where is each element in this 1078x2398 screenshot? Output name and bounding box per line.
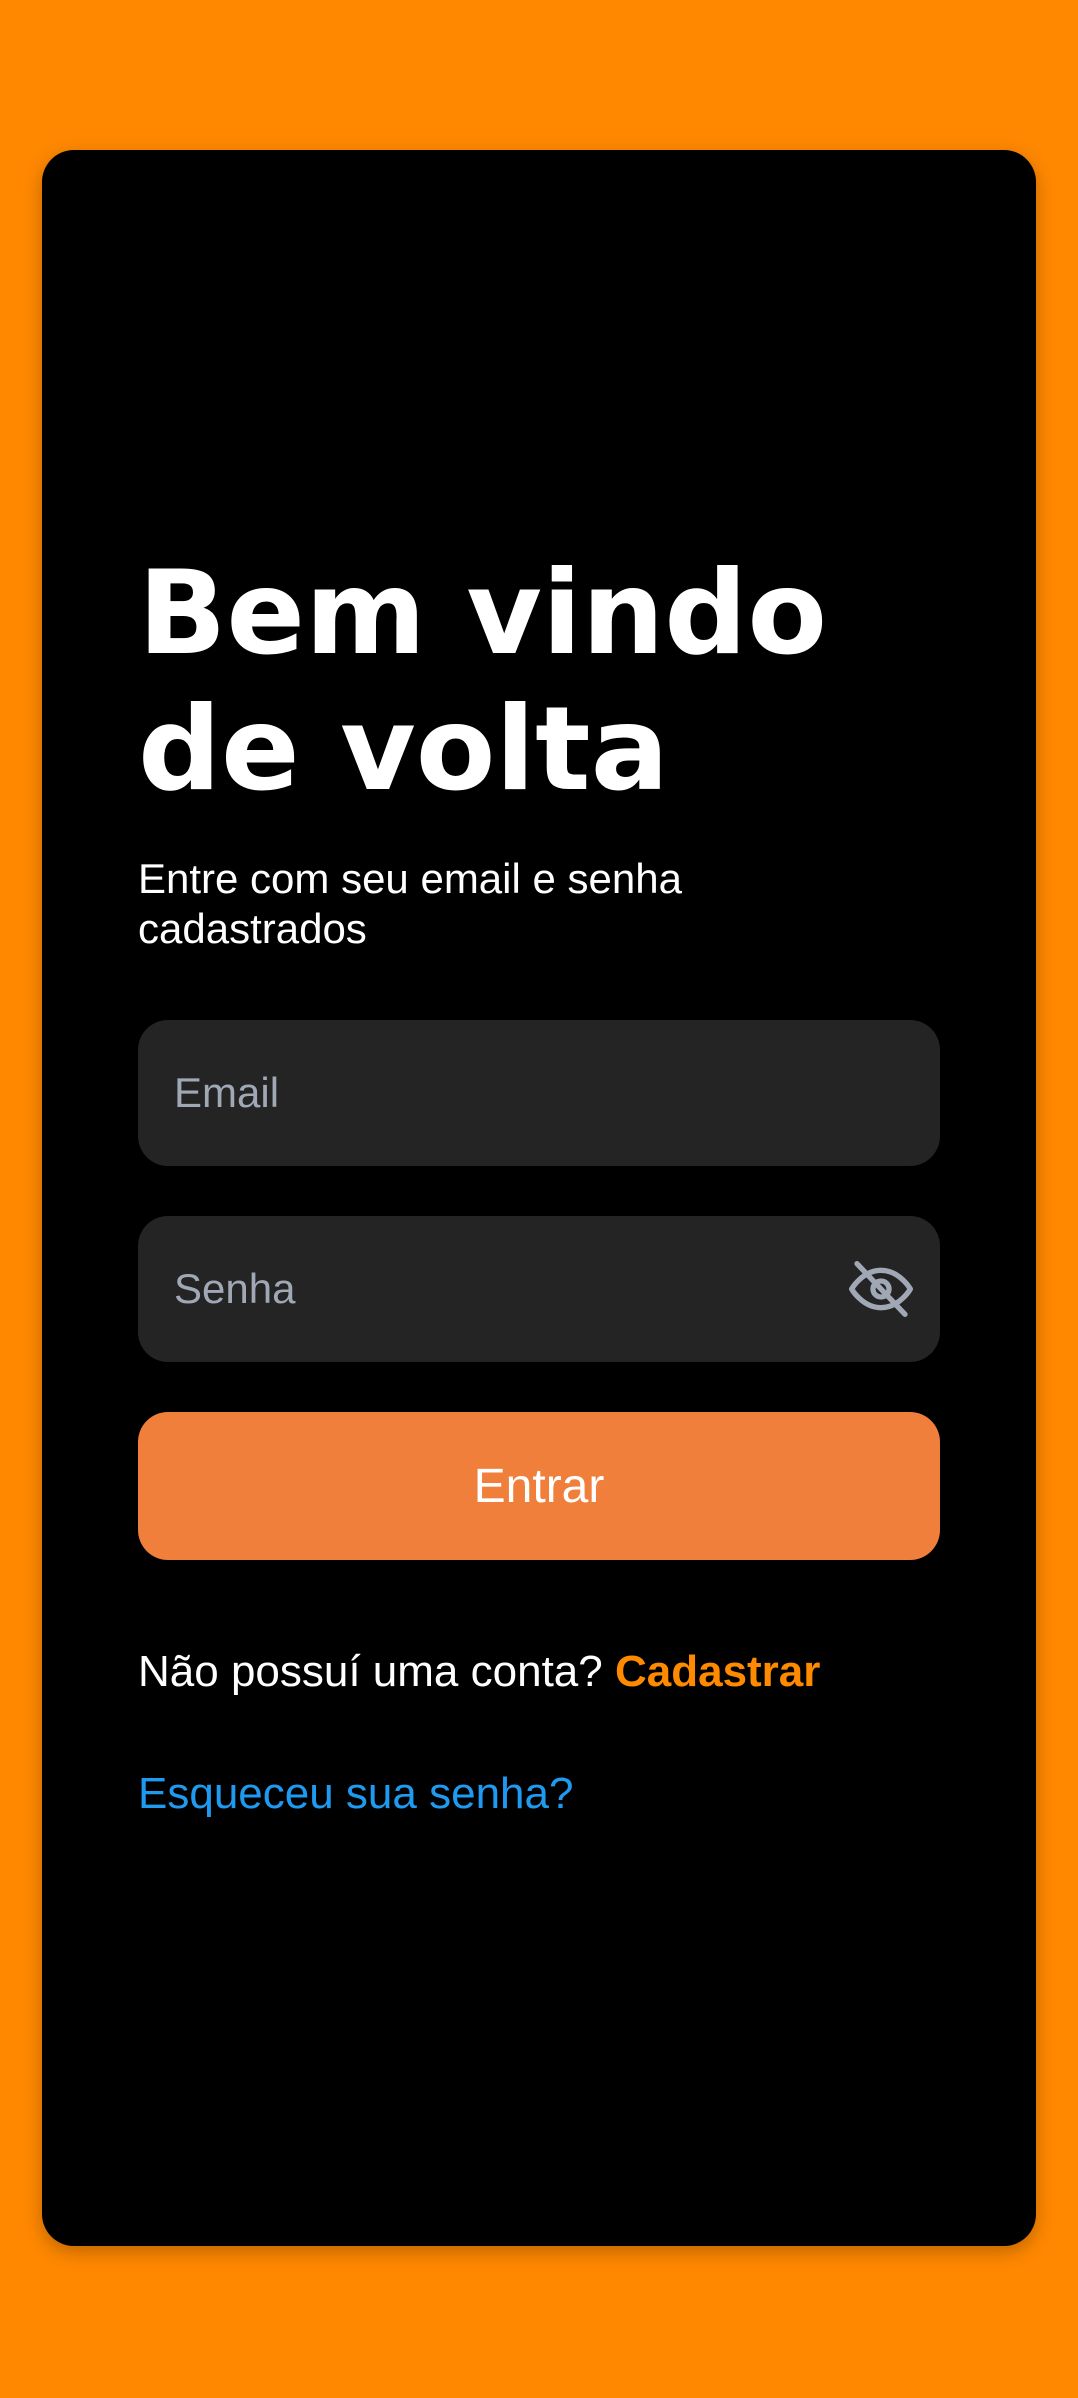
forgot-password-link[interactable]: Esqueceu sua senha?	[138, 1766, 573, 1822]
password-field[interactable]	[174, 1216, 854, 1362]
login-card	[42, 150, 1036, 2246]
signup-prompt: Não possuí uma conta? Cadastrar	[138, 1644, 940, 1700]
page-subtitle: Entre com seu email e senha cadastrados	[138, 855, 682, 952]
password-field-container	[138, 1216, 940, 1362]
email-field-container	[138, 1020, 940, 1166]
signup-prompt-text: Não possuí uma conta?	[138, 1647, 603, 1696]
signup-link[interactable]: Cadastrar	[615, 1647, 820, 1696]
email-field[interactable]	[174, 1020, 854, 1166]
eye-off-icon[interactable]	[848, 1257, 914, 1321]
login-button[interactable]: Entrar	[138, 1412, 940, 1560]
page-title: Bem vindo de volta	[138, 546, 828, 817]
